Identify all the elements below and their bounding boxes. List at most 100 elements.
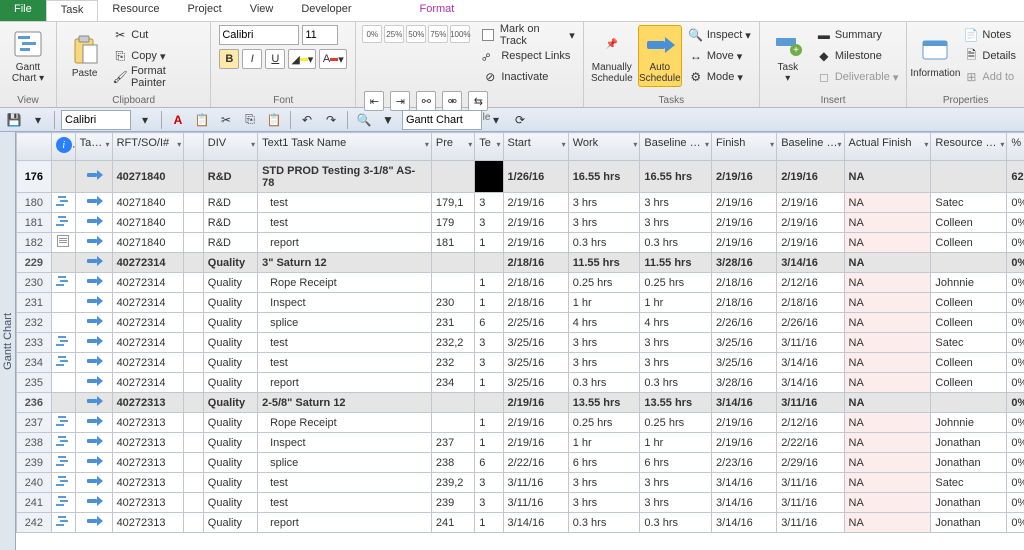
cell[interactable]: 0% <box>1007 333 1024 353</box>
cell[interactable]: 6 <box>475 313 503 333</box>
cell[interactable]: 2/19/16 <box>712 193 777 213</box>
cell[interactable]: 0.25 hrs <box>640 273 712 293</box>
cell[interactable]: NA <box>844 373 931 393</box>
cell[interactable]: 40272313 <box>112 413 184 433</box>
table-row[interactable]: 23440272314Qualitytest23233/25/163 hrs3 … <box>17 353 1024 373</box>
cell[interactable]: 2/19/16 <box>777 193 844 213</box>
cell[interactable] <box>475 161 503 193</box>
pct-50-button[interactable]: 50% <box>406 25 426 43</box>
mark-on-track-button[interactable]: Mark on Track ▾ <box>480 25 577 45</box>
qa-cut[interactable]: ✂ <box>216 110 236 130</box>
copy-button[interactable]: ⎘Copy ▾ <box>110 46 204 66</box>
cell[interactable]: 238 <box>431 453 474 473</box>
cell[interactable] <box>475 393 503 413</box>
cell[interactable]: 1 hr <box>568 293 640 313</box>
cell[interactable]: 2/19/16 <box>712 233 777 253</box>
information-button[interactable]: Information <box>913 25 957 87</box>
cell[interactable]: 229 <box>17 253 52 273</box>
cell[interactable] <box>75 493 112 513</box>
cell[interactable]: report <box>258 513 432 533</box>
qa-zoom[interactable]: 🔍 <box>354 110 374 130</box>
cell[interactable]: 3 hrs <box>568 353 640 373</box>
column-header[interactable]: Pre▾ <box>431 133 474 161</box>
cell[interactable]: 3/14/16 <box>712 473 777 493</box>
cell[interactable] <box>51 493 75 513</box>
cell[interactable] <box>75 293 112 313</box>
paste-button[interactable]: Paste <box>63 25 106 87</box>
cell[interactable]: 2/19/16 <box>712 433 777 453</box>
cell[interactable]: 2/19/16 <box>712 161 777 193</box>
cell[interactable]: 3/11/16 <box>777 513 844 533</box>
cell[interactable]: 238 <box>17 433 52 453</box>
cell[interactable]: 2/19/16 <box>777 161 844 193</box>
qa-filter[interactable]: ▼ <box>378 110 398 130</box>
cell[interactable]: 2/19/16 <box>503 433 568 453</box>
cell[interactable]: 0% <box>1007 253 1024 273</box>
cell[interactable] <box>184 493 204 513</box>
cell[interactable] <box>51 161 75 193</box>
cell[interactable]: 0.3 hrs <box>640 373 712 393</box>
cell[interactable]: 232 <box>431 353 474 373</box>
cell[interactable] <box>75 433 112 453</box>
task-grid[interactable]: iTask Mod▾RFT/SO/I#▾DIV▾Text1 Task Name▾… <box>16 132 1024 550</box>
inactivate-button[interactable]: ⊘Inactivate <box>480 67 577 87</box>
tab-file[interactable]: File <box>0 0 46 21</box>
table-row[interactable]: 23040272314QualityRope Receipt12/18/160.… <box>17 273 1024 293</box>
cell[interactable] <box>75 233 112 253</box>
cell[interactable] <box>51 413 75 433</box>
cell[interactable]: 0% <box>1007 393 1024 413</box>
cell[interactable] <box>184 253 204 273</box>
cell[interactable] <box>51 373 75 393</box>
column-header[interactable]: Resource Names▾ <box>931 133 1007 161</box>
cell[interactable]: 3 hrs <box>568 193 640 213</box>
cell[interactable] <box>431 393 474 413</box>
milestone-button[interactable]: ◆Milestone <box>814 46 901 66</box>
cell[interactable]: Quality <box>203 373 257 393</box>
cell[interactable] <box>75 353 112 373</box>
cell[interactable]: 0% <box>1007 293 1024 313</box>
cell[interactable]: 3/11/16 <box>777 393 844 413</box>
cell[interactable] <box>51 393 75 413</box>
cell[interactable]: R&D <box>203 213 257 233</box>
italic-button[interactable]: I <box>242 49 262 69</box>
table-row[interactable]: 23740272313QualityRope Receipt12/19/160.… <box>17 413 1024 433</box>
cell[interactable]: 0% <box>1007 513 1024 533</box>
cell[interactable]: 0% <box>1007 233 1024 253</box>
cell[interactable] <box>184 273 204 293</box>
tab-developer[interactable]: Developer <box>287 0 365 21</box>
cell[interactable]: 231 <box>17 293 52 313</box>
cell[interactable]: NA <box>844 413 931 433</box>
table-row[interactable]: 22940272314Quality3" Saturn 122/18/1611.… <box>17 253 1024 273</box>
qa-paste[interactable]: 📋 <box>192 110 212 130</box>
cell[interactable]: 230 <box>17 273 52 293</box>
cell[interactable]: 3 hrs <box>568 213 640 233</box>
notes-button[interactable]: 📄Notes <box>961 25 1018 45</box>
font-color-button[interactable]: A▾ <box>319 49 347 69</box>
underline-button[interactable]: U <box>265 49 285 69</box>
table-row[interactable]: 23840272313QualityInspect23712/19/161 hr… <box>17 433 1024 453</box>
cell[interactable]: 237 <box>431 433 474 453</box>
cell[interactable]: 2/18/16 <box>503 273 568 293</box>
cell[interactable] <box>51 233 75 253</box>
cell[interactable]: NA <box>844 333 931 353</box>
cell[interactable]: NA <box>844 213 931 233</box>
cell[interactable]: 235 <box>17 373 52 393</box>
cell[interactable] <box>184 373 204 393</box>
cell[interactable] <box>475 253 503 273</box>
cell[interactable] <box>75 413 112 433</box>
cell[interactable] <box>51 253 75 273</box>
move-button[interactable]: ↔Move ▾ <box>686 46 753 66</box>
cell[interactable]: 40272314 <box>112 293 184 313</box>
link-tasks-button[interactable]: ⚯ <box>416 91 436 111</box>
cell[interactable]: 0.3 hrs <box>568 513 640 533</box>
cell[interactable]: 180 <box>17 193 52 213</box>
cell[interactable]: 40272314 <box>112 313 184 333</box>
cell[interactable]: NA <box>844 273 931 293</box>
cell[interactable]: 16.55 hrs <box>568 161 640 193</box>
cell[interactable]: Johnnie <box>931 273 1007 293</box>
cell[interactable]: test <box>258 333 432 353</box>
font-name-select[interactable] <box>219 25 299 45</box>
cell[interactable]: 0% <box>1007 193 1024 213</box>
cell[interactable]: 3/11/16 <box>503 493 568 513</box>
cell[interactable] <box>75 453 112 473</box>
